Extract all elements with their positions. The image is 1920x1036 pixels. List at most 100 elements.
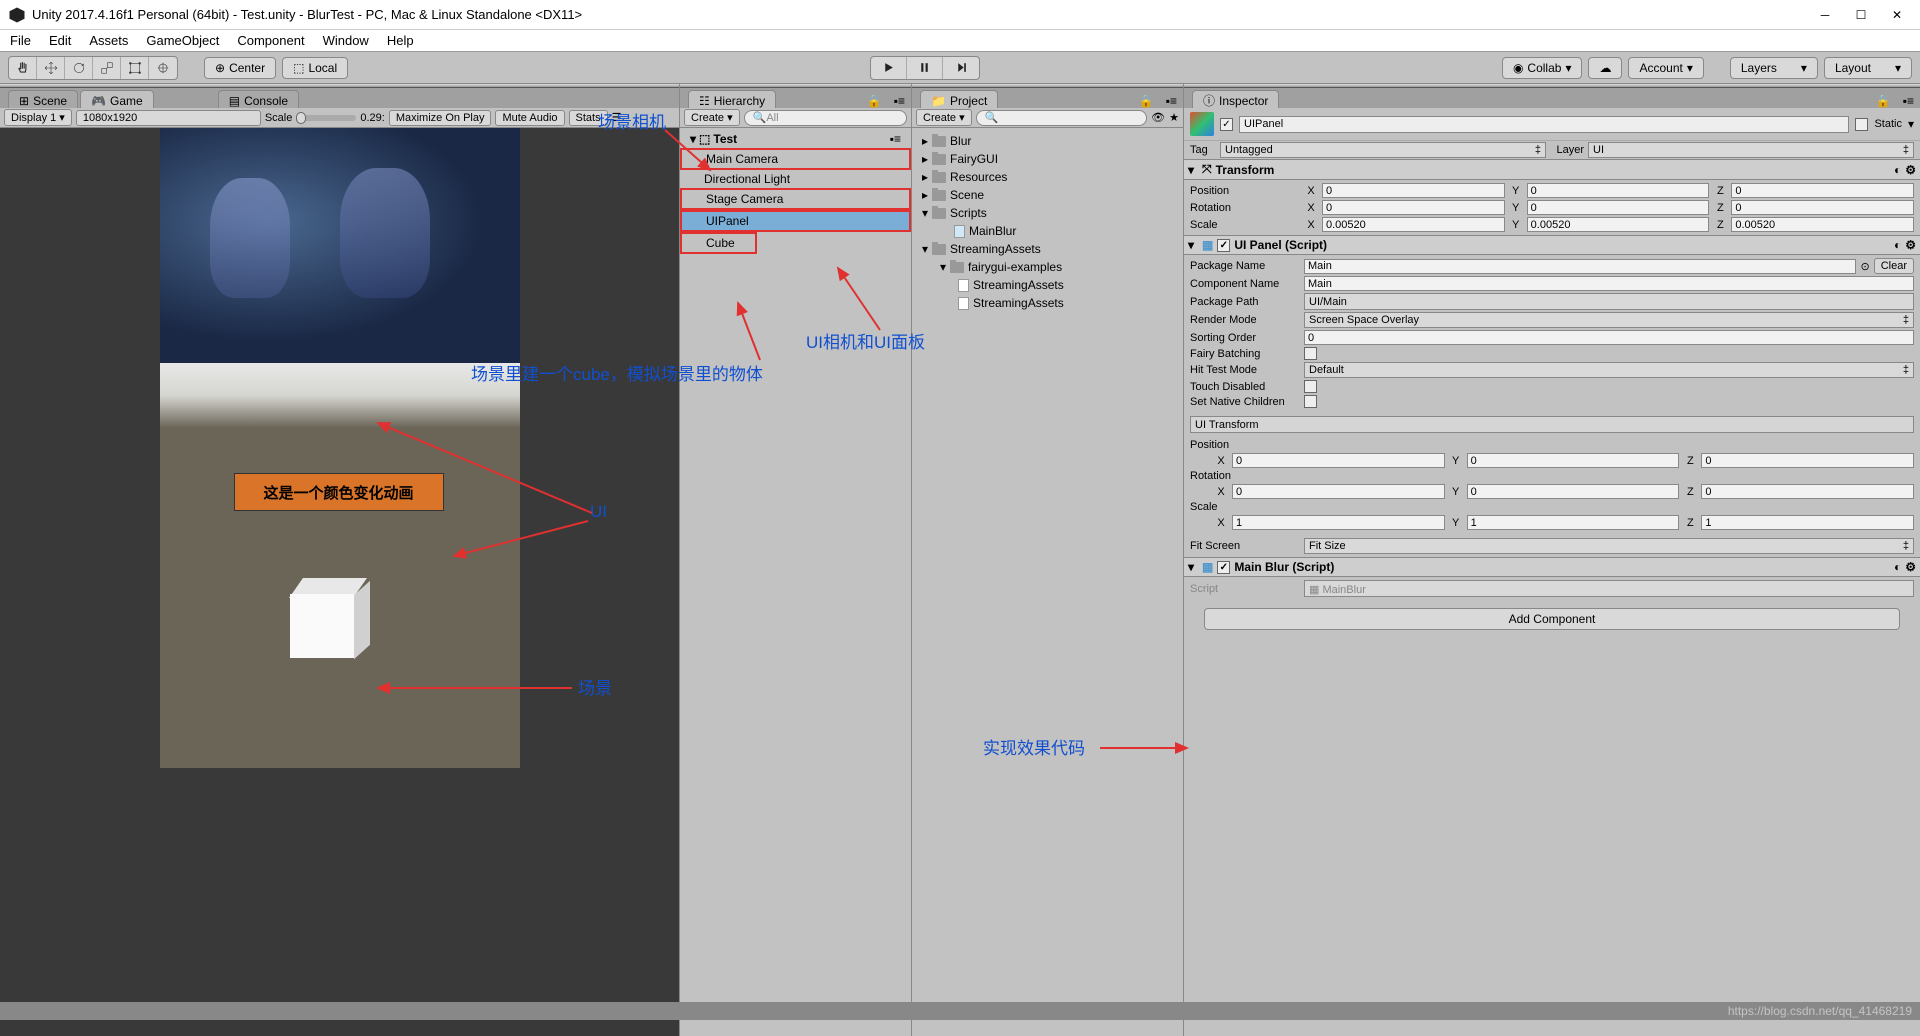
hierarchy-item-main-camera[interactable]: Main Camera: [680, 148, 911, 170]
menu-file[interactable]: File: [10, 33, 31, 48]
project-file-streaming3[interactable]: StreamingAssets: [912, 294, 1183, 312]
tab-game[interactable]: 🎮Game: [80, 90, 154, 108]
lock-icon[interactable]: 🔒: [1135, 94, 1158, 108]
scene-root[interactable]: ▾⬚Test▪≡: [680, 130, 911, 148]
sorting-order-field[interactable]: [1304, 330, 1914, 345]
hierarchy-item-cube[interactable]: Cube: [680, 232, 757, 254]
lock-icon[interactable]: 🔒: [1872, 94, 1895, 108]
project-create-button[interactable]: Create ▾: [916, 109, 972, 126]
layout-button[interactable]: Layout▾: [1824, 57, 1912, 79]
project-folder-fairygui[interactable]: ▸FairyGUI: [912, 150, 1183, 168]
project-folder-resources[interactable]: ▸Resources: [912, 168, 1183, 186]
hierarchy-item-stage-camera[interactable]: Stage Camera: [680, 188, 911, 210]
add-component-button[interactable]: Add Component: [1204, 608, 1900, 630]
star-icon[interactable]: ★: [1169, 111, 1179, 124]
project-folder-streamingassets[interactable]: ▾StreamingAssets: [912, 240, 1183, 258]
hierarchy-create-button[interactable]: Create ▾: [684, 109, 740, 126]
gameobject-icon[interactable]: [1190, 112, 1214, 136]
tag-dropdown[interactable]: Untagged‡: [1220, 142, 1546, 158]
project-search[interactable]: 🔍: [976, 110, 1148, 126]
upos-x[interactable]: [1232, 453, 1445, 468]
hierarchy-search[interactable]: 🔍All: [744, 110, 907, 126]
gear-icon[interactable]: ⚙: [1905, 238, 1916, 252]
display-dropdown[interactable]: Display 1 ▾: [4, 109, 72, 126]
minimize-button[interactable]: ─: [1818, 8, 1832, 22]
rect-tool[interactable]: [121, 57, 149, 79]
native-children-checkbox[interactable]: [1304, 395, 1317, 408]
project-folder-scene[interactable]: ▸Scene: [912, 186, 1183, 204]
scale-slider[interactable]: [296, 115, 356, 121]
project-file-streaming2[interactable]: StreamingAssets: [912, 276, 1183, 294]
render-mode-dropdown[interactable]: Screen Space Overlay‡: [1304, 312, 1914, 328]
urot-z[interactable]: [1701, 484, 1914, 499]
hit-test-dropdown[interactable]: Default‡: [1304, 362, 1914, 378]
stats-button[interactable]: Stats: [569, 110, 608, 126]
cloud-button[interactable]: ☁: [1588, 57, 1622, 79]
gear-icon[interactable]: ⚙: [1905, 560, 1916, 574]
scale-x[interactable]: [1322, 217, 1505, 232]
menu-edit[interactable]: Edit: [49, 33, 71, 48]
hierarchy-item-directional-light[interactable]: Directional Light: [680, 170, 911, 188]
play-button[interactable]: [871, 57, 907, 79]
transform-header[interactable]: ▾⤧ Transform ◐⚙: [1184, 159, 1920, 180]
panel-menu-icon[interactable]: ▪≡: [1160, 94, 1183, 108]
help-icon[interactable]: ◐: [1894, 560, 1901, 574]
rot-z[interactable]: [1731, 200, 1914, 215]
touch-disabled-checkbox[interactable]: [1304, 380, 1317, 393]
filter-icon[interactable]: 👁: [1151, 111, 1165, 124]
uscale-x[interactable]: [1232, 515, 1445, 530]
hand-tool[interactable]: [9, 57, 37, 79]
package-name-field[interactable]: [1304, 259, 1856, 274]
rotate-tool[interactable]: [65, 57, 93, 79]
lock-icon[interactable]: 🔒: [863, 94, 886, 108]
menu-window[interactable]: Window: [323, 33, 369, 48]
upos-z[interactable]: [1701, 453, 1914, 468]
layers-button[interactable]: Layers▾: [1730, 57, 1818, 79]
account-button[interactable]: Account▾: [1628, 57, 1703, 79]
hierarchy-item-uipanel[interactable]: UIPanel: [680, 210, 911, 232]
pos-y[interactable]: [1527, 183, 1710, 198]
resolution-dropdown[interactable]: 1080x1920: [76, 110, 261, 126]
rot-y[interactable]: [1527, 200, 1710, 215]
mute-audio-button[interactable]: Mute Audio: [495, 110, 564, 126]
project-folder-blur[interactable]: ▸Blur: [912, 132, 1183, 150]
project-script-mainblur[interactable]: MainBlur: [912, 222, 1183, 240]
mainblur-enabled-checkbox[interactable]: [1217, 561, 1230, 574]
close-button[interactable]: ✕: [1890, 8, 1904, 22]
gear-icon[interactable]: ⚙: [1905, 163, 1916, 177]
project-folder-fairyex[interactable]: ▾fairygui-examples: [912, 258, 1183, 276]
pos-z[interactable]: [1731, 183, 1914, 198]
layer-dropdown[interactable]: UI‡: [1588, 142, 1914, 158]
rot-x[interactable]: [1322, 200, 1505, 215]
collab-button[interactable]: ◉Collab▾: [1502, 57, 1583, 79]
fit-screen-dropdown[interactable]: Fit Size‡: [1304, 538, 1914, 554]
upos-y[interactable]: [1467, 453, 1680, 468]
script-field[interactable]: ▦ MainBlur: [1304, 580, 1914, 597]
menu-gameobject[interactable]: GameObject: [146, 33, 219, 48]
tab-hierarchy[interactable]: ☷Hierarchy: [688, 90, 776, 108]
maximize-on-play-button[interactable]: Maximize On Play: [389, 110, 492, 126]
clear-button[interactable]: Clear: [1874, 258, 1914, 274]
help-icon[interactable]: ◐: [1894, 238, 1901, 252]
component-name-field[interactable]: [1304, 276, 1914, 291]
scale-tool[interactable]: [93, 57, 121, 79]
uipanel-header[interactable]: ▾▦ UI Panel (Script) ◐⚙: [1184, 235, 1920, 255]
pivot-center-button[interactable]: ⊕Center: [204, 57, 276, 79]
project-folder-scripts[interactable]: ▾Scripts: [912, 204, 1183, 222]
static-checkbox[interactable]: [1855, 118, 1868, 131]
panel-menu-icon[interactable]: ▪≡: [1897, 94, 1920, 108]
uscale-z[interactable]: [1701, 515, 1914, 530]
menu-component[interactable]: Component: [237, 33, 304, 48]
urot-y[interactable]: [1467, 484, 1680, 499]
multi-tool[interactable]: [149, 57, 177, 79]
panel-menu-icon[interactable]: ▪≡: [888, 94, 911, 108]
menu-help[interactable]: Help: [387, 33, 414, 48]
scale-z[interactable]: [1731, 217, 1914, 232]
fairy-batching-checkbox[interactable]: [1304, 347, 1317, 360]
scale-y[interactable]: [1527, 217, 1710, 232]
game-view[interactable]: 这是一个颜色变化动画: [0, 128, 679, 1036]
tab-project[interactable]: 📁Project: [920, 90, 998, 108]
step-button[interactable]: [943, 57, 979, 79]
pos-x[interactable]: [1322, 183, 1505, 198]
tab-inspector[interactable]: ⓘInspector: [1192, 90, 1279, 108]
